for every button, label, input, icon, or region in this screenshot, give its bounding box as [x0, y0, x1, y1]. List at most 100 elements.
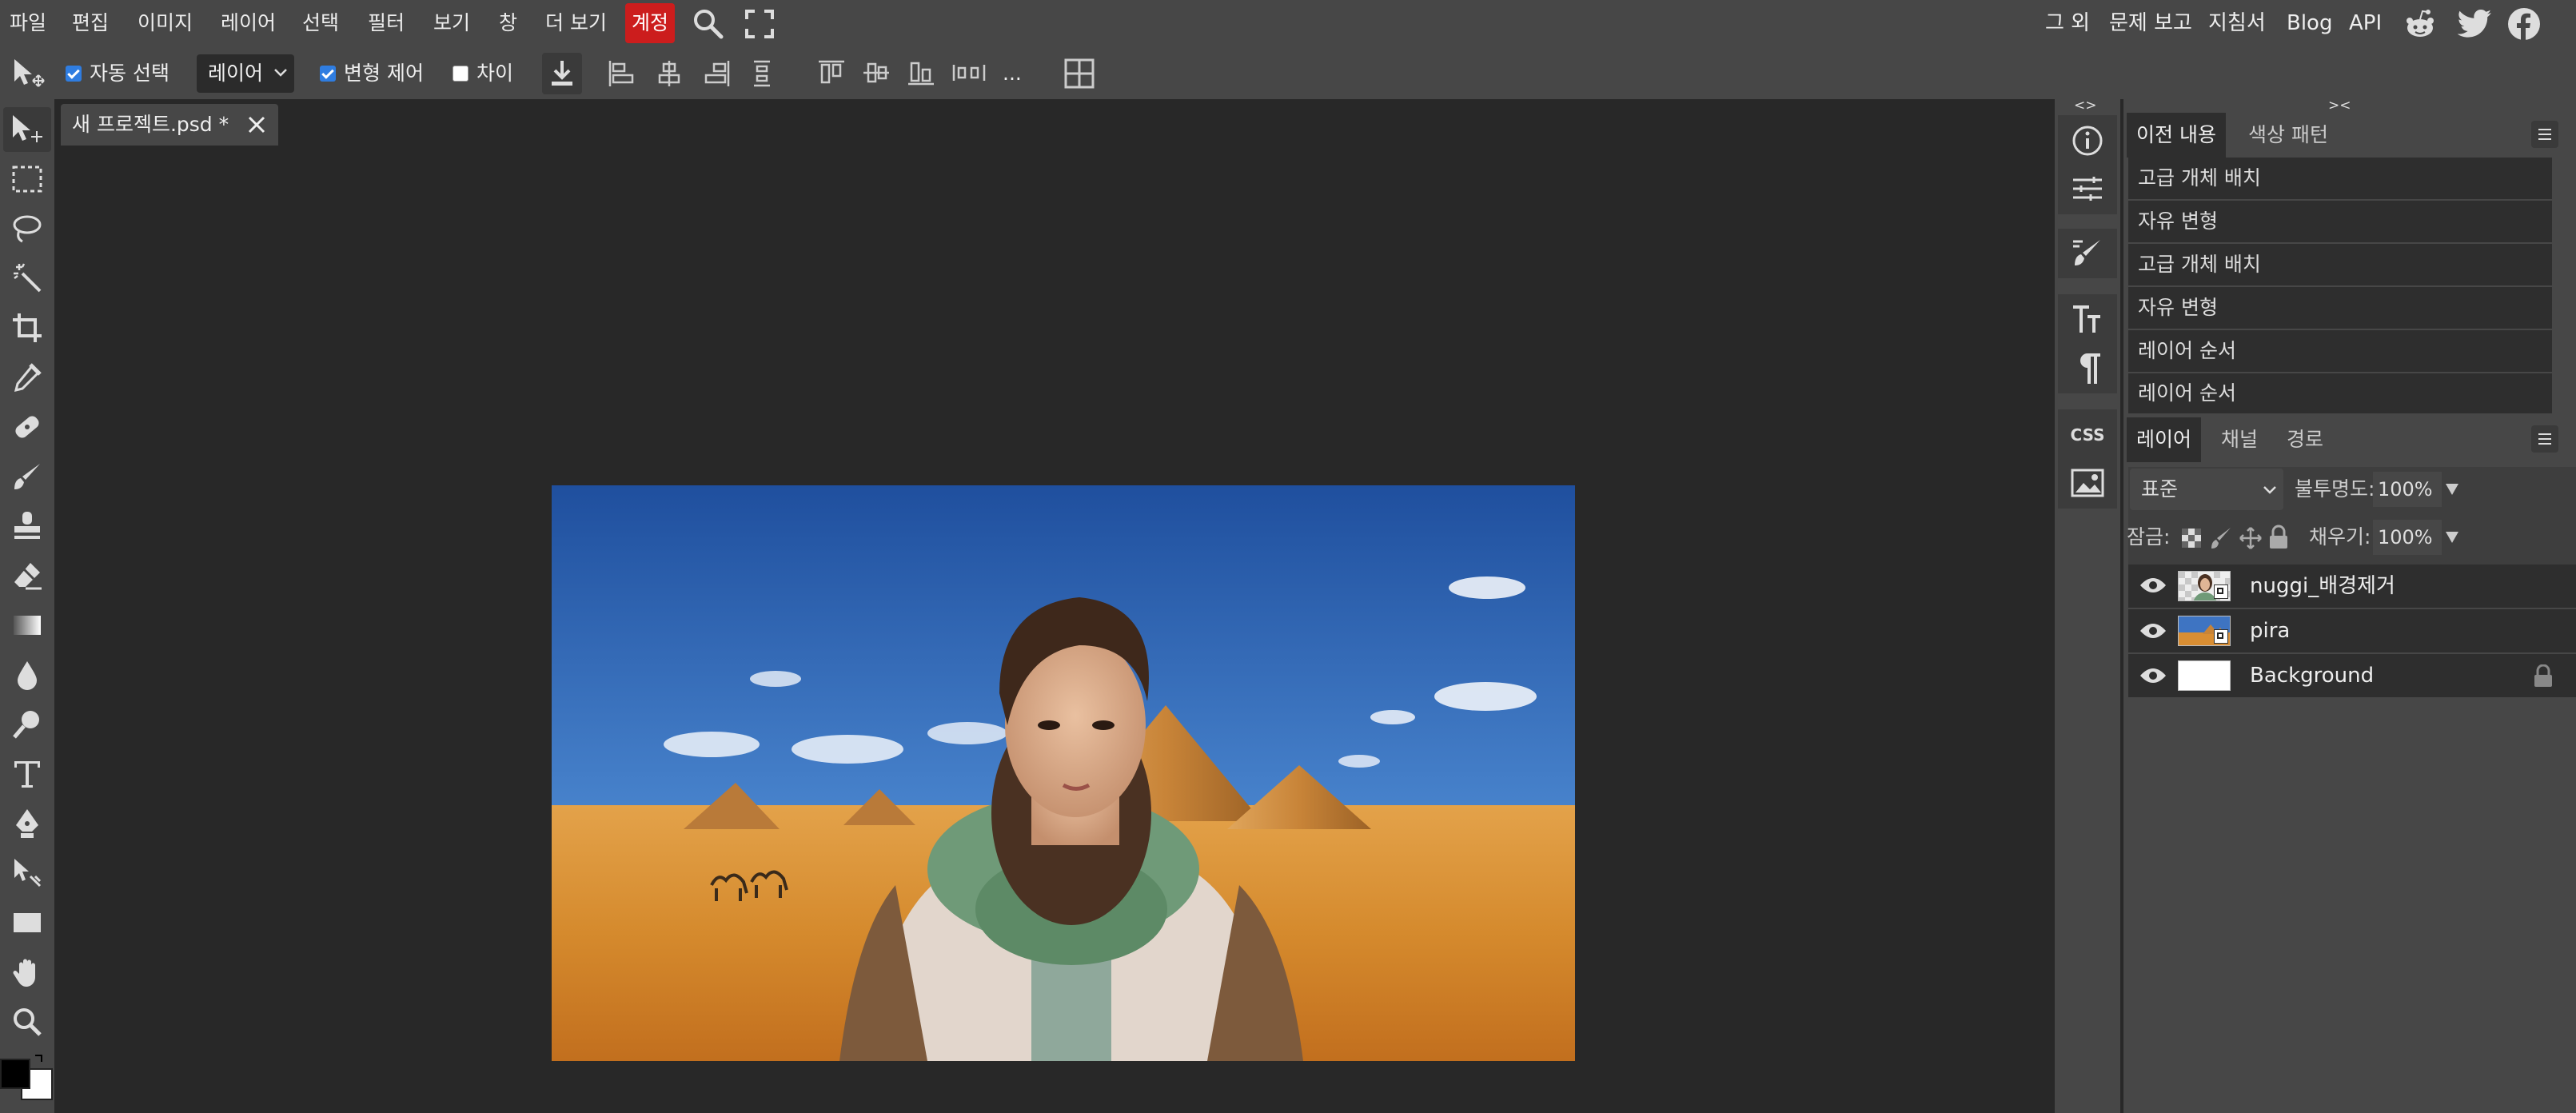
shape-tool[interactable]	[3, 900, 51, 945]
menu-file[interactable]: 파일	[10, 0, 46, 48]
lasso-tool[interactable]	[3, 206, 51, 251]
lock-position-icon[interactable]	[2239, 526, 2263, 550]
marquee-icon	[12, 166, 42, 193]
healing-brush-tool[interactable]	[3, 405, 51, 449]
opacity-dropdown-icon[interactable]	[2445, 483, 2459, 496]
document-tab[interactable]: 새 프로젝트.psd *	[61, 104, 278, 146]
character-icon[interactable]	[2058, 296, 2117, 344]
foreground-color-swatch[interactable]	[0, 1059, 30, 1089]
document-canvas[interactable]	[552, 485, 1575, 1061]
blur-tool[interactable]	[3, 652, 51, 697]
link-tutorials[interactable]: 지침서	[2208, 0, 2266, 48]
gradient-tool[interactable]	[3, 603, 51, 648]
brush-tool[interactable]	[3, 454, 51, 499]
tab-layers[interactable]: 레이어	[2127, 417, 2202, 462]
reddit-icon[interactable]	[2403, 8, 2437, 40]
distribute-h-icon[interactable]	[951, 61, 987, 85]
eye-icon[interactable]	[2139, 621, 2167, 640]
grid-icon[interactable]	[1063, 58, 1095, 90]
path-select-tool[interactable]	[3, 851, 51, 896]
align-center-h-icon[interactable]	[656, 59, 683, 88]
menu-more[interactable]: 더 보기	[545, 0, 607, 48]
image-icon[interactable]	[2058, 459, 2117, 507]
history-item[interactable]: 고급 개체 배치	[2128, 158, 2552, 201]
align-top-icon[interactable]	[817, 59, 846, 86]
history-item[interactable]: 고급 개체 배치	[2128, 244, 2552, 287]
layer-row[interactable]: Background	[2128, 654, 2576, 699]
hand-tool[interactable]	[3, 950, 51, 995]
lock-all-icon[interactable]	[2267, 525, 2290, 550]
magic-wand-tool[interactable]	[3, 256, 51, 301]
lock-transparency-icon[interactable]	[2181, 528, 2202, 549]
tab-swatches[interactable]: 색상 패턴	[2239, 113, 2338, 158]
align-middle-v-icon[interactable]	[862, 59, 891, 86]
twitter-icon[interactable]	[2458, 10, 2493, 38]
download-icon[interactable]	[542, 53, 582, 94]
opacity-input[interactable]: 100%	[2373, 472, 2442, 507]
history-item[interactable]: 레이어 순서	[2128, 373, 2552, 415]
clone-stamp-tool[interactable]	[3, 504, 51, 549]
tab-channels[interactable]: 채널	[2211, 417, 2267, 462]
auto-select-checkbox[interactable]	[66, 66, 82, 82]
brush-settings-icon[interactable]	[2058, 229, 2117, 277]
account-button[interactable]: 계정	[625, 3, 675, 43]
layers-panel-menu-icon[interactable]	[2531, 425, 2558, 453]
paragraph-icon[interactable]	[2058, 344, 2117, 392]
blend-mode-select[interactable]: 표준	[2130, 469, 2283, 510]
info-icon[interactable]	[2058, 117, 2117, 165]
link-report-bug[interactable]: 문제 보고	[2109, 0, 2192, 48]
fill-dropdown-icon[interactable]	[2445, 531, 2459, 544]
menu-select[interactable]: 선택	[302, 0, 339, 48]
lock-pixels-icon[interactable]	[2210, 526, 2232, 550]
align-right-icon[interactable]	[704, 59, 731, 88]
eyedropper-tool[interactable]	[3, 355, 51, 400]
fullscreen-icon[interactable]	[745, 10, 774, 38]
menu-edit[interactable]: 편집	[72, 0, 109, 48]
menu-layer[interactable]: 레이어	[221, 0, 276, 48]
crop-tool[interactable]	[3, 305, 51, 350]
align-bottom-icon[interactable]	[907, 59, 935, 86]
close-icon[interactable]	[246, 114, 267, 135]
eye-icon[interactable]	[2139, 666, 2167, 685]
menubar: 파일 편집 이미지 레이어 선택 필터 보기 창 더 보기 계정 그 외 문제 …	[0, 0, 2576, 48]
collapse-right-toggle[interactable]: ><	[2328, 98, 2351, 114]
align-left-icon[interactable]	[608, 59, 635, 88]
auto-select-target-dropdown[interactable]: 레이어	[197, 54, 294, 93]
menu-view[interactable]: 보기	[433, 0, 470, 48]
layer-row[interactable]: pira	[2128, 609, 2576, 654]
search-icon[interactable]	[691, 6, 726, 42]
link-blog[interactable]: Blog	[2287, 0, 2332, 48]
eye-icon[interactable]	[2139, 576, 2167, 595]
zoom-icon	[14, 1008, 42, 1036]
link-api[interactable]: API	[2349, 0, 2382, 48]
tab-paths[interactable]: 경로	[2277, 417, 2333, 462]
fill-input[interactable]: 100%	[2373, 520, 2442, 555]
distances-checkbox[interactable]	[453, 66, 469, 82]
dodge-tool[interactable]	[3, 702, 51, 747]
menu-image[interactable]: 이미지	[138, 0, 193, 48]
type-tool[interactable]	[3, 752, 51, 796]
more-align-options[interactable]: ...	[1003, 48, 1022, 99]
link-more-apps[interactable]: 그 외	[2045, 0, 2090, 48]
layer-row[interactable]: nuggi_배경제거	[2128, 564, 2576, 609]
history-item[interactable]: 레이어 순서	[2128, 330, 2552, 373]
history-panel-menu-icon[interactable]	[2531, 121, 2558, 148]
tab-history[interactable]: 이전 내용	[2127, 113, 2226, 158]
history-item[interactable]: 자유 변형	[2128, 287, 2552, 330]
zoom-tool[interactable]	[3, 999, 51, 1044]
collapse-left-toggle[interactable]: <>	[2074, 98, 2097, 114]
css-icon[interactable]: CSS	[2058, 411, 2117, 459]
facebook-icon[interactable]	[2507, 7, 2541, 41]
pen-tool[interactable]	[3, 801, 51, 846]
transform-controls-checkbox[interactable]	[320, 66, 336, 82]
menu-filter[interactable]: 필터	[368, 0, 405, 48]
distribute-v-icon[interactable]	[752, 59, 772, 88]
marquee-tool[interactable]	[3, 157, 51, 201]
move-tool[interactable]	[3, 107, 51, 152]
adjustments-icon[interactable]	[2058, 165, 2117, 213]
swap-colors-icon[interactable]	[34, 1054, 45, 1065]
history-item[interactable]: 자유 변형	[2128, 201, 2552, 244]
eraser-tool[interactable]	[3, 553, 51, 598]
move-icon	[13, 115, 42, 142]
menu-window[interactable]: 창	[499, 0, 517, 48]
